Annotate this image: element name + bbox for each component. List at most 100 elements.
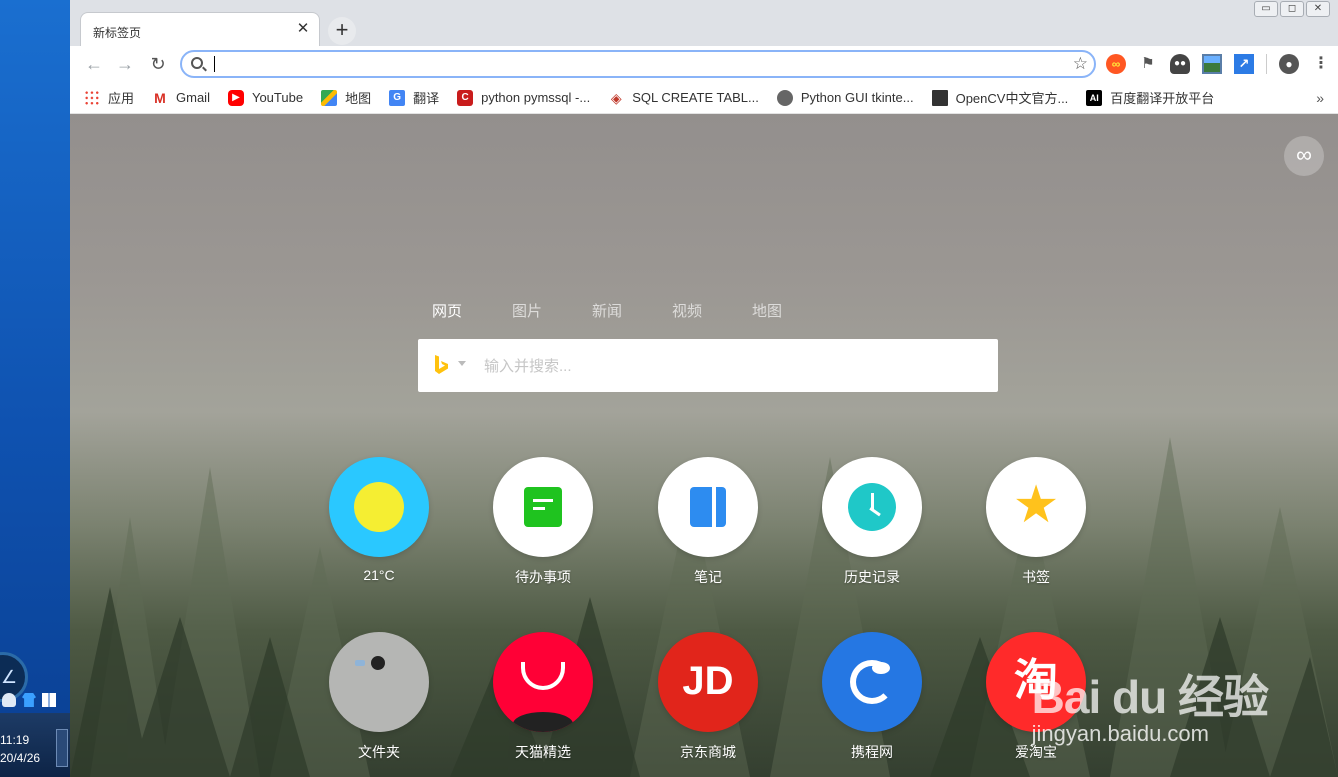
bookmark-label: Python GUI tkinte... (800, 90, 914, 105)
omnibox[interactable]: ☆ (180, 50, 1096, 78)
csdn-icon: C (457, 89, 474, 106)
globe-icon (776, 89, 793, 106)
tile-notes[interactable]: 笔记 (658, 457, 758, 587)
spy-extension-icon[interactable]: ●● (1170, 54, 1190, 74)
image-extension-icon[interactable] (1202, 54, 1222, 74)
window-controls: ▭ ◻ ✕ (1254, 1, 1330, 17)
bookmark-pymssql[interactable]: C python pymssql -... (457, 89, 591, 106)
tile-history[interactable]: 历史记录 (822, 457, 922, 587)
text-caret (214, 56, 215, 72)
search-tab-news[interactable]: 新闻 (578, 300, 658, 321)
bookmark-translate[interactable]: G 翻译 (389, 88, 439, 107)
tile-label: 携程网 (851, 744, 893, 760)
tile-label: 文件夹 (358, 744, 400, 760)
system-tray (2, 693, 56, 707)
bookmarks-overflow-icon[interactable]: » (1316, 90, 1324, 106)
jd-logo-text: JD (682, 659, 734, 703)
desktop-background: ∠ 11:19 20/4/26 (0, 0, 70, 777)
ntp-search-input[interactable] (484, 355, 974, 377)
omnibox-input[interactable] (218, 54, 1058, 74)
bookmark-sql-create[interactable]: ◈ SQL CREATE TABL... (608, 90, 759, 106)
bookmark-apps[interactable]: 应用 (84, 88, 134, 107)
sql-icon: ◈ (610, 89, 622, 106)
bookmark-label: 地图 (345, 91, 372, 106)
infinity-settings-button[interactable]: ∞ (1284, 136, 1324, 176)
search-tab-images[interactable]: 图片 (498, 300, 578, 321)
tmall-icon (493, 632, 593, 732)
bookmark-star-icon[interactable]: ☆ (1073, 54, 1088, 74)
extension-icons: ∞ ⚑ ●● ↗ ● ⋮ (1106, 54, 1331, 74)
translate-icon: G (389, 89, 406, 106)
engine-dropdown-icon[interactable] (458, 361, 466, 366)
youtube-icon: ▶ (227, 89, 244, 106)
tile-tmall[interactable]: 天猫精选 (493, 632, 593, 762)
bookmark-extension-icon[interactable]: ⚑ (1138, 54, 1158, 74)
tile-bookmarks[interactable]: ★ 书签 (986, 457, 1086, 587)
infinity-extension-icon[interactable]: ∞ (1106, 54, 1126, 74)
watermark-main: Bai du 经验 (1031, 671, 1269, 723)
bookmark-label: python pymssql -... (481, 90, 591, 105)
todo-icon (493, 457, 593, 557)
tile-label: 京东商城 (680, 744, 736, 760)
tile-label: 书签 (1022, 569, 1050, 585)
tile-ctrip[interactable]: 携程网 (822, 632, 922, 762)
star-icon: ★ (986, 457, 1086, 557)
clock-icon (822, 457, 922, 557)
tile-label: 天猫精选 (515, 744, 571, 760)
back-arrow-icon[interactable]: ← (82, 52, 106, 76)
apps-icon (84, 89, 100, 106)
tray-grid-icon[interactable] (42, 693, 56, 707)
bookmark-label: 翻译 (413, 91, 440, 106)
jd-icon: JD (658, 632, 758, 732)
maps-icon (321, 89, 338, 106)
tile-todo[interactable]: 待办事项 (493, 457, 593, 587)
browser-window: 新标签页 ✕ + ▭ ◻ ✕ ← → ↻ ☆ ∞ ⚑ ●● ↗ ● ⋮ 应用 M… (70, 0, 1338, 777)
tray-shirt-icon[interactable] (22, 693, 36, 707)
bookmark-label: 百度翻译开放平台 (1110, 91, 1215, 106)
tab-title: 新标签页 (93, 26, 142, 40)
arrow-extension-icon[interactable]: ↗ (1234, 54, 1254, 74)
bookmark-label: OpenCV中文官方... (955, 91, 1069, 106)
folder-icon (329, 632, 429, 732)
tile-jd[interactable]: JD 京东商城 (658, 632, 758, 762)
bing-logo-icon[interactable] (433, 355, 449, 375)
new-tab-page: ∞ 网页 图片 新闻 视频 地图 21°C (70, 114, 1338, 777)
tile-weather[interactable]: 21°C (329, 457, 429, 583)
search-tab-maps[interactable]: 地图 (738, 300, 818, 321)
tile-folder[interactable]: 文件夹 (329, 632, 429, 762)
menu-kebab-icon[interactable]: ⋮ (1311, 54, 1331, 74)
profile-avatar-icon[interactable]: ● (1279, 54, 1299, 74)
close-window-button[interactable]: ✕ (1306, 1, 1330, 17)
tray-user-icon[interactable] (2, 693, 16, 707)
ai-icon: AI (1086, 89, 1103, 106)
bookmark-label: Gmail (176, 90, 210, 105)
search-tab-web[interactable]: 网页 (418, 300, 498, 321)
weather-sun-icon (329, 457, 429, 557)
bookmark-tkinter[interactable]: Python GUI tkinte... (776, 89, 914, 106)
bookmark-opencv[interactable]: OpenCV中文官方... (931, 88, 1069, 107)
bookmark-maps[interactable]: 地图 (321, 88, 371, 107)
tab-strip: 新标签页 ✕ + ▭ ◻ ✕ (70, 0, 1338, 46)
bookmark-label: SQL CREATE TABL... (632, 90, 759, 105)
reload-icon[interactable]: ↻ (146, 52, 170, 76)
new-tab-button[interactable]: + (328, 17, 356, 45)
bookmark-label: YouTube (251, 90, 304, 105)
gmail-icon: M (154, 89, 166, 106)
bookmarks-bar: 应用 M Gmail ▶ YouTube 地图 G 翻译 C python py… (70, 82, 1338, 114)
minimize-button[interactable]: ▭ (1254, 1, 1278, 17)
show-desktop-button[interactable] (56, 729, 68, 767)
bookmark-label: 应用 (108, 91, 135, 106)
forward-arrow-icon[interactable]: → (113, 52, 137, 76)
search-tab-videos[interactable]: 视频 (658, 300, 738, 321)
tab-close-icon[interactable]: ✕ (295, 21, 311, 37)
taskbar-clock[interactable]: 11:19 20/4/26 (0, 713, 70, 777)
bookmark-gmail[interactable]: M Gmail (152, 90, 210, 106)
bookmark-youtube[interactable]: ▶ YouTube (227, 89, 304, 106)
tab-new-tab[interactable]: 新标签页 ✕ (80, 12, 320, 46)
search-icon (191, 57, 203, 69)
tile-label: 笔记 (694, 569, 722, 585)
bookmark-baidu-translate[interactable]: AI 百度翻译开放平台 (1086, 88, 1214, 107)
maximize-button[interactable]: ◻ (1280, 1, 1304, 17)
search-category-tabs: 网页 图片 新闻 视频 地图 (418, 300, 818, 321)
ntp-search-box[interactable] (418, 339, 998, 392)
